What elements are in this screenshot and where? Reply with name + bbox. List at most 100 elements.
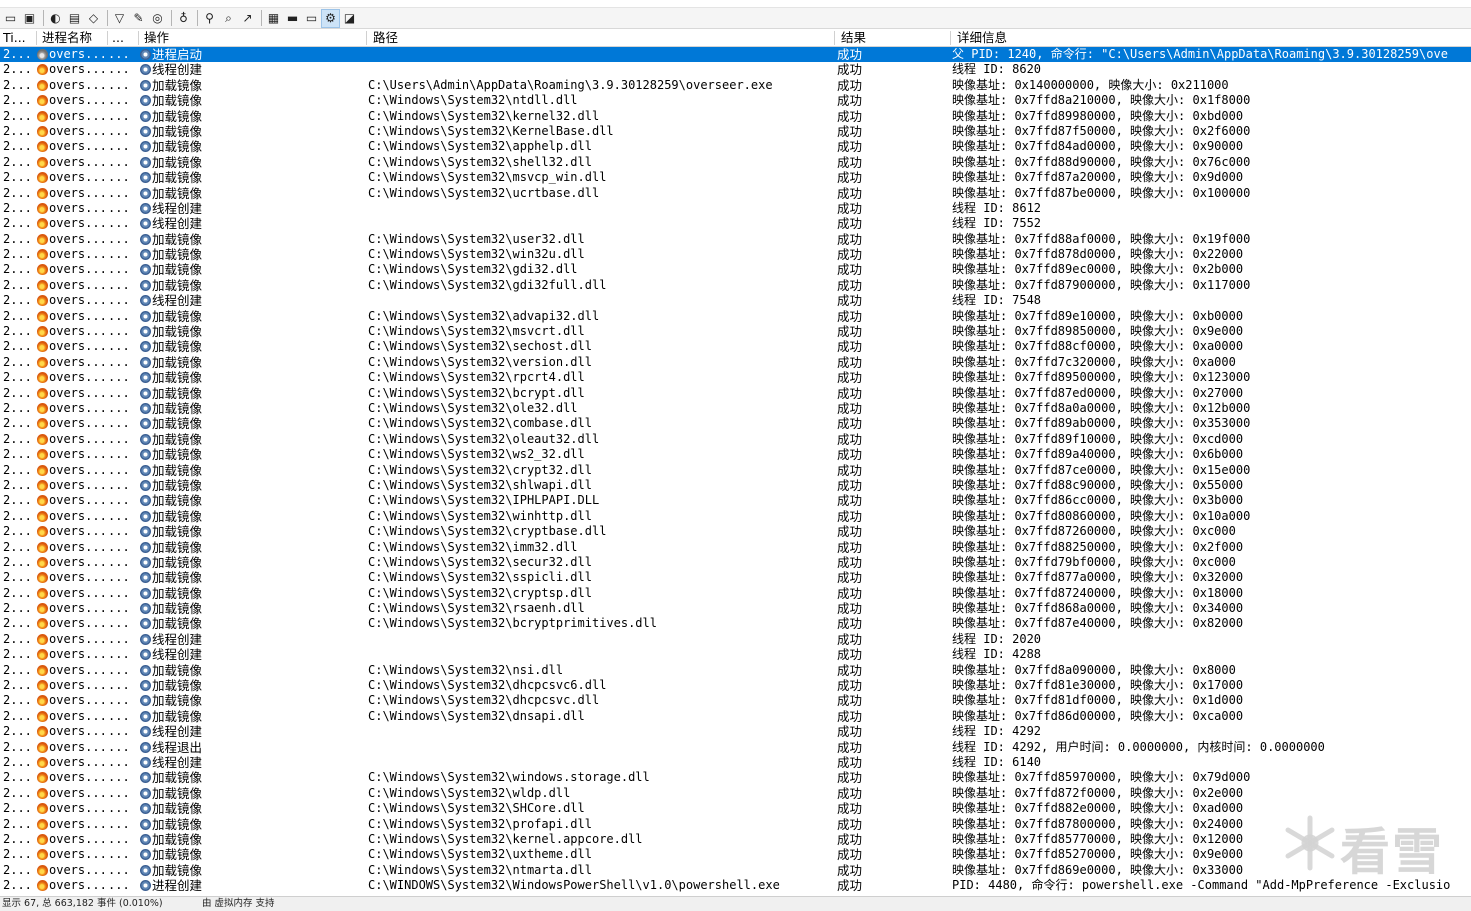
column-operation[interactable]: 操作 — [144, 30, 364, 46]
capture-icon[interactable]: ◐ — [47, 10, 64, 27]
column-divider[interactable] — [950, 31, 951, 45]
process-icon — [37, 110, 49, 122]
autoscroll-icon[interactable]: ▤ — [66, 10, 83, 27]
table-row[interactable]: 2... overs...... 线程创建 成功 线程 ID: 8620 — [0, 62, 1471, 77]
cell-operation: 加载镜像 — [152, 170, 203, 186]
table-row[interactable]: 2... overs...... 加载镜像 C:\Windows\System32\n… — [0, 663, 1471, 678]
profiling-icon[interactable]: ◪ — [341, 10, 358, 27]
cell-process-name: overs... — [49, 447, 107, 462]
cell-operation: 加载镜像 — [152, 400, 203, 416]
table-row[interactable]: 2... overs...... 加载镜像 C:\Windows\System32\u… — [0, 186, 1471, 201]
jump-icon[interactable]: ⌕ — [220, 10, 237, 27]
table-row[interactable]: 2... overs...... 加载镜像 C:\Windows\System32\n… — [0, 93, 1471, 108]
table-row[interactable]: 2... overs...... 线程创建 成功 线程 ID: 4288 — [0, 647, 1471, 662]
column-time[interactable]: Ti... — [3, 30, 35, 46]
table-row[interactable]: 2... overs...... 加载镜像 C:\Windows\System32\a… — [0, 139, 1471, 154]
cell-result: 成功 — [837, 862, 863, 878]
table-row[interactable]: 2... overs...... 加载镜像 C:\Windows\System32\s… — [0, 339, 1471, 354]
table-row[interactable]: 2... overs...... 线程退出 成功 线程 ID: 4292, 用户时间: … — [0, 740, 1471, 755]
table-row[interactable]: 2... overs...... 加载镜像 C:\Windows\System32\o… — [0, 432, 1471, 447]
table-row[interactable]: 2... overs...... 加载镜像 C:\Windows\System32\m… — [0, 324, 1471, 339]
column-divider[interactable] — [138, 31, 139, 45]
cell-time: 2... — [3, 878, 32, 893]
filter-icon[interactable]: ▽ — [111, 10, 128, 27]
column-result[interactable]: 结果 — [841, 30, 949, 46]
cell-result: 成功 — [837, 447, 863, 463]
table-row[interactable]: 2... overs...... 线程创建 成功 线程 ID: 4292 — [0, 724, 1471, 739]
table-row[interactable]: 2... overs...... 进程启动 成功 父 PID: 1240, 命令行: "… — [0, 47, 1471, 63]
table-row[interactable]: 2... overs...... 加载镜像 C:\Windows\System32\r… — [0, 370, 1471, 385]
table-row[interactable]: 2... overs...... 线程创建 成功 线程 ID: 2020 — [0, 632, 1471, 647]
process-tree-icon[interactable]: ♁ — [175, 10, 192, 27]
network-icon[interactable]: ▭ — [303, 10, 320, 27]
table-row[interactable]: 2... overs...... 加载镜像 C:\Windows\System32\w… — [0, 770, 1471, 785]
table-row[interactable]: 2... overs...... 加载镜像 C:\Windows\System32\I… — [0, 493, 1471, 508]
table-row[interactable]: 2... overs...... 加载镜像 C:\Windows\System32\c… — [0, 463, 1471, 478]
table-row[interactable]: 2... overs...... 线程创建 成功 线程 ID: 7552 — [0, 216, 1471, 231]
column-divider[interactable] — [36, 31, 37, 45]
cell-detail: 映像基址: 0x7ffd8a090000, 映像大小: 0x8000 — [952, 662, 1236, 677]
table-row[interactable]: 2... overs...... 线程创建 成功 线程 ID: 6140 — [0, 755, 1471, 770]
highlight-icon[interactable]: ✎ — [130, 10, 147, 27]
cell-result: 成功 — [837, 62, 863, 78]
cell-time: 2... — [3, 77, 32, 92]
filesystem-icon[interactable]: ▬ — [284, 10, 301, 27]
table-row[interactable]: 2... overs...... 加载镜像 C:\Windows\System32\n… — [0, 863, 1471, 878]
table-row[interactable]: 2... overs...... 加载镜像 C:\Windows\System32\u… — [0, 232, 1471, 247]
table-row[interactable]: 2... overs...... 加载镜像 C:\Windows\System32\s… — [0, 155, 1471, 170]
column-process-name[interactable]: 进程名称 — [42, 30, 106, 46]
save-icon[interactable]: ▣ — [21, 10, 38, 27]
table-row[interactable]: 2... overs...... 加载镜像 C:\Users\Admin\AppDat… — [0, 78, 1471, 93]
jump-to-icon[interactable]: ↗ — [239, 10, 256, 27]
table-row[interactable]: 2... overs...... 加载镜像 C:\Windows\System32\c… — [0, 586, 1471, 601]
table-row[interactable]: 2... overs...... 加载镜像 C:\Windows\System32\g… — [0, 262, 1471, 277]
find-icon[interactable]: ⚲ — [201, 10, 218, 27]
table-row[interactable]: 2... overs...... 加载镜像 C:\Windows\System32\s… — [0, 478, 1471, 493]
table-row[interactable]: 2... overs...... 加载镜像 C:\Windows\System32\i… — [0, 540, 1471, 555]
clear-icon[interactable]: ◇ — [85, 10, 102, 27]
table-row[interactable]: 2... overs...... 加载镜像 C:\Windows\System32\K… — [0, 124, 1471, 139]
process-activity-icon[interactable]: ⚙ — [321, 8, 340, 28]
table-row[interactable]: 2... overs...... 加载镜像 C:\Windows\System32\b… — [0, 386, 1471, 401]
table-row[interactable]: 2... overs...... 加载镜像 C:\Windows\System32\S… — [0, 801, 1471, 816]
column-divider[interactable] — [107, 31, 108, 45]
column-divider[interactable] — [366, 31, 367, 45]
cell-process-name: overs... — [49, 524, 107, 539]
table-row[interactable]: 2... overs...... 线程创建 成功 线程 ID: 7548 — [0, 293, 1471, 308]
column-path[interactable]: 路径 — [373, 30, 833, 46]
cell-pid: ... — [108, 724, 130, 739]
column-divider[interactable] — [834, 31, 835, 45]
table-row[interactable]: 2... overs...... 加载镜像 C:\Windows\System32\r… — [0, 601, 1471, 616]
table-row[interactable]: 2... overs...... 加载镜像 C:\Windows\System32\w… — [0, 509, 1471, 524]
table-row[interactable]: 2... overs...... 进程创建 C:\WINDOWS\System32\W… — [0, 878, 1471, 893]
table-row[interactable]: 2... overs...... 加载镜像 C:\Windows\System32\d… — [0, 678, 1471, 693]
registry-icon[interactable]: ▦ — [265, 10, 282, 27]
table-row[interactable]: 2... overs...... 加载镜像 C:\Windows\System32\s… — [0, 570, 1471, 585]
table-row[interactable]: 2... overs...... 加载镜像 C:\Windows\System32\u… — [0, 847, 1471, 862]
open-icon[interactable]: ▭ — [2, 10, 19, 27]
event-list[interactable]: 2... overs...... 进程启动 成功 父 PID: 1240, 命令行: "… — [0, 47, 1471, 895]
table-row[interactable]: 2... overs...... 加载镜像 C:\Windows\System32\d… — [0, 693, 1471, 708]
table-row[interactable]: 2... overs...... 加载镜像 C:\Windows\System32\c… — [0, 524, 1471, 539]
table-row[interactable]: 2... overs...... 加载镜像 C:\Windows\System32\a… — [0, 309, 1471, 324]
table-row[interactable]: 2... overs...... 加载镜像 C:\Windows\System32\m… — [0, 170, 1471, 185]
table-row[interactable]: 2... overs...... 加载镜像 C:\Windows\System32\w… — [0, 447, 1471, 462]
table-row[interactable]: 2... overs...... 加载镜像 C:\Windows\System32\d… — [0, 709, 1471, 724]
cell-detail: 线程 ID: 8620 — [952, 62, 1042, 77]
table-row[interactable]: 2... overs...... 加载镜像 C:\Windows\System32\v… — [0, 355, 1471, 370]
table-row[interactable]: 2... overs...... 加载镜像 C:\Windows\System32\b… — [0, 616, 1471, 631]
table-row[interactable]: 2... overs...... 加载镜像 C:\Windows\System32\c… — [0, 416, 1471, 431]
table-row[interactable]: 2... overs...... 加载镜像 C:\Windows\System32\w… — [0, 247, 1471, 262]
table-row[interactable]: 2... overs...... 加载镜像 C:\Windows\System32\s… — [0, 555, 1471, 570]
column-pid[interactable]: ... — [112, 30, 136, 46]
table-row[interactable]: 2... overs...... 线程创建 成功 线程 ID: 8612 — [0, 201, 1471, 216]
table-row[interactable]: 2... overs...... 加载镜像 C:\Windows\System32\k… — [0, 832, 1471, 847]
target-icon[interactable]: ◎ — [149, 10, 166, 27]
table-row[interactable]: 2... overs...... 加载镜像 C:\Windows\System32\o… — [0, 401, 1471, 416]
table-row[interactable]: 2... overs...... 加载镜像 C:\Windows\System32\k… — [0, 109, 1471, 124]
process-activity-icon — [140, 279, 152, 291]
table-row[interactable]: 2... overs...... 加载镜像 C:\Windows\System32\g… — [0, 278, 1471, 293]
column-detail[interactable]: 详细信息 — [957, 30, 1467, 46]
table-row[interactable]: 2... overs...... 加载镜像 C:\Windows\System32\w… — [0, 786, 1471, 801]
table-row[interactable]: 2... overs...... 加载镜像 C:\Windows\System32\p… — [0, 817, 1471, 832]
